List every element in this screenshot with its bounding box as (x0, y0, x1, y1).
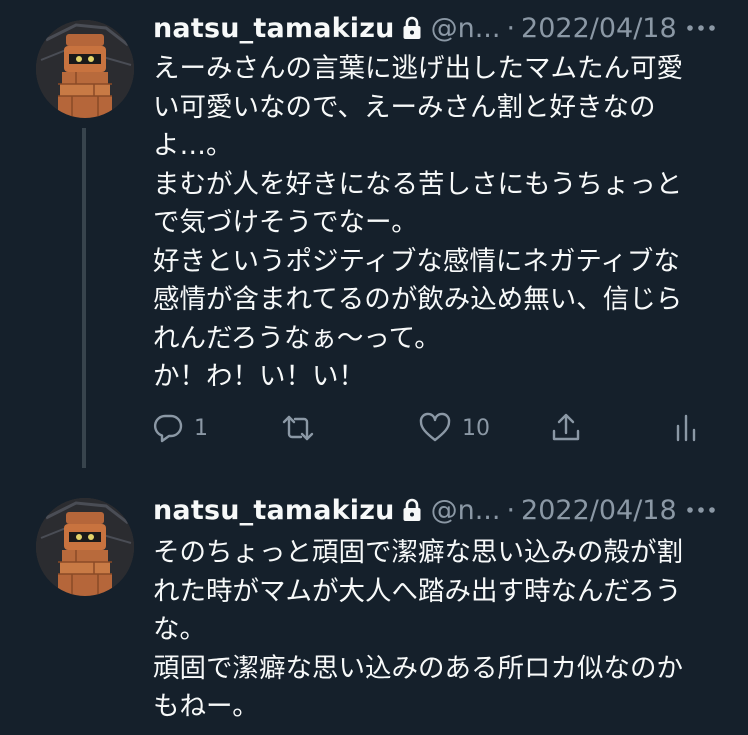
tweet-text: えーみさんの言葉に逃げ出したマムたん可愛 い可愛いなので、えーみさん割と好きなの… (153, 50, 723, 397)
tweet-text-line: れんだろうなぁ〜って。 (153, 322, 441, 354)
heart-icon (418, 412, 452, 444)
avatar-image (36, 498, 134, 596)
like-count: 10 (462, 415, 490, 441)
separator-dot: · (506, 12, 516, 44)
avatar[interactable] (36, 498, 134, 596)
user-handle[interactable]: @n... (431, 13, 501, 44)
lock-icon (401, 498, 423, 522)
thread-connector-line (82, 128, 86, 468)
tweet-header: natsu_tamakizu @n... · 2022/04/18 (153, 490, 718, 530)
separator-dot: · (506, 494, 516, 526)
reply-button[interactable]: 1 (152, 408, 208, 448)
reply-icon (152, 412, 184, 444)
tweet-text: そのちょっと頑固で潔癖な思い込みの殻が割 れた時がマムが大人へ踏み出す時なんだろ… (153, 534, 723, 727)
avatar-image (36, 20, 134, 118)
tweet-text-line: よ…。 (153, 130, 233, 161)
lock-icon (401, 16, 423, 40)
retweet-icon (280, 412, 316, 444)
tweet-text-line: 好きというポジティブな感情にネガティブな (153, 245, 680, 277)
tweet-actions: 1 10 (152, 408, 712, 448)
analytics-icon (672, 412, 700, 444)
reply-count: 1 (194, 415, 208, 441)
tweet-text-line: 頑固で潔癖な思い込みのある所ロカ似なのか (153, 652, 683, 684)
more-icon[interactable] (684, 16, 718, 40)
tweet[interactable]: natsu_tamakizu @n... · 2022/04/18 そのちょっと… (0, 470, 748, 735)
retweet-button[interactable] (280, 408, 316, 448)
tweet-text-line: そのちょっと頑固で潔癖な思い込みの殻が割 (153, 537, 683, 568)
tweet-text-line: か！わ！い！い！ (153, 361, 365, 392)
user-handle[interactable]: @n... (431, 495, 501, 526)
tweet-text-line: 感情が含まれてるのが飲み込め無い、信じら (153, 284, 683, 315)
tweet-text-line: もねー。 (153, 691, 259, 722)
avatar[interactable] (36, 20, 134, 118)
analytics-button[interactable] (672, 408, 700, 448)
display-name[interactable]: natsu_tamakizu (153, 13, 395, 44)
tweet-text-line: で気づけそうでなー。 (153, 207, 418, 238)
share-icon (550, 412, 582, 444)
tweet-text-line: い可愛いなので、えーみさん割と好きなの (153, 91, 656, 123)
tweet[interactable]: natsu_tamakizu @n... · 2022/04/18 えーみさんの… (0, 0, 748, 470)
tweet-text-line: まむが人を好きになる苦しさにもうちょっと (153, 168, 683, 200)
more-icon[interactable] (684, 498, 718, 522)
tweet-text-line: な。 (153, 614, 206, 645)
share-button[interactable] (550, 408, 582, 448)
like-button[interactable]: 10 (418, 408, 490, 448)
tweet-date[interactable]: 2022/04/18 (521, 495, 677, 526)
display-name[interactable]: natsu_tamakizu (153, 495, 395, 526)
tweet-text-line: えーみさんの言葉に逃げ出したマムたん可愛 (153, 53, 683, 84)
tweet-text-line: れた時がマムが大人へ踏み出す時なんだろう (153, 575, 682, 607)
tweet-header: natsu_tamakizu @n... · 2022/04/18 (153, 8, 718, 48)
tweet-date[interactable]: 2022/04/18 (521, 13, 677, 44)
